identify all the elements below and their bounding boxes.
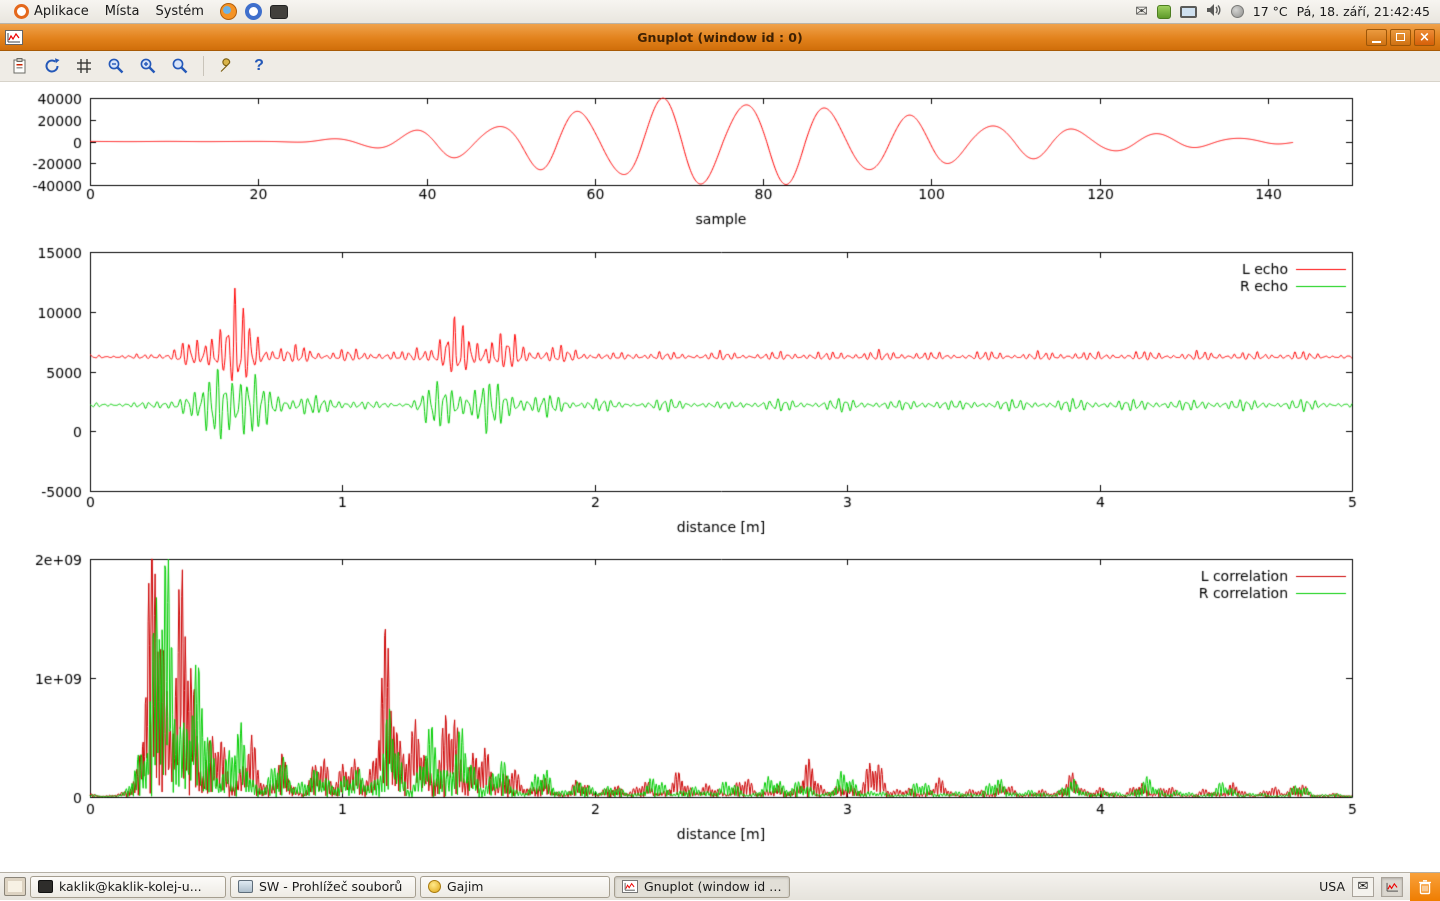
zoom-next-button[interactable] [136, 54, 160, 78]
firefox-icon[interactable] [220, 3, 237, 20]
trash-icon[interactable] [1410, 873, 1440, 901]
plot-canvas[interactable] [0, 82, 1440, 874]
terminal-icon [38, 880, 53, 893]
menu-system[interactable]: Systém [147, 0, 211, 23]
toolbar-separator [203, 56, 204, 76]
task-terminal[interactable]: kaklik@kaklik-kolej-u... [30, 876, 226, 898]
taskbar: kaklik@kaklik-kolej-u... SW - Prohlížeč … [0, 872, 1440, 900]
maximize-button[interactable] [1390, 29, 1411, 46]
task-label: Gajim [447, 879, 483, 894]
chart-tray-icon[interactable] [1381, 877, 1403, 897]
temperature-label[interactable]: 17 °C [1253, 4, 1288, 19]
help-button[interactable]: ? [247, 54, 271, 78]
mail-tray-icon[interactable]: ✉ [1352, 877, 1374, 897]
taskbar-tray: USA ✉ [1319, 873, 1440, 900]
file-manager-icon [238, 880, 253, 893]
volume-icon[interactable] [1206, 3, 1222, 20]
configure-button[interactable] [215, 54, 239, 78]
task-label: Gnuplot (window id : 0) [644, 879, 782, 894]
display-icon[interactable] [1180, 6, 1197, 18]
panel-launchers [220, 3, 288, 20]
task-label: SW - Prohlížeč souborů [259, 879, 402, 894]
minimize-button[interactable] [1366, 29, 1387, 46]
gajim-icon [428, 880, 441, 893]
show-desktop-icon[interactable] [4, 877, 26, 896]
gnuplot-window: Gnuplot (window id : 0) × ? [0, 24, 1440, 872]
mail-icon[interactable]: ✉ [1135, 4, 1148, 19]
task-gajim[interactable]: Gajim [420, 876, 610, 898]
task-label: kaklik@kaklik-kolej-u... [59, 879, 202, 894]
zoom-previous-button[interactable] [104, 54, 128, 78]
top-panel: Aplikace Místa Systém ✉ 17 °C Pá, 18. zá… [0, 0, 1440, 24]
minimize-icon [1372, 41, 1381, 43]
copy-clipboard-button[interactable] [8, 54, 32, 78]
titlebar[interactable]: Gnuplot (window id : 0) × [0, 24, 1440, 51]
window-controls: × [1366, 29, 1435, 46]
close-button[interactable]: × [1414, 29, 1435, 46]
grid-toggle-button[interactable] [72, 54, 96, 78]
plot-area [0, 82, 1440, 874]
menu-system-label: Systém [155, 4, 203, 19]
update-icon[interactable] [1157, 5, 1171, 19]
gnuplot-icon [622, 880, 638, 893]
keyboard-layout-indicator[interactable]: USA [1319, 879, 1345, 894]
gnuplot-window-icon [5, 30, 23, 45]
ubuntu-logo-icon [14, 4, 29, 19]
maximize-icon [1396, 33, 1405, 41]
replot-button[interactable] [40, 54, 64, 78]
autoscale-button[interactable] [168, 54, 192, 78]
toolbar: ? [0, 51, 1440, 82]
clock[interactable]: Pá, 18. září, 21:42:45 [1297, 4, 1430, 19]
task-gnuplot[interactable]: Gnuplot (window id : 0) [614, 876, 790, 898]
menu-places[interactable]: Místa [97, 0, 148, 23]
task-file-manager[interactable]: SW - Prohlížeč souborů [230, 876, 416, 898]
screenshot-tool-icon[interactable] [270, 5, 288, 19]
help-icon[interactable] [245, 3, 262, 20]
menu-applications[interactable]: Aplikace [6, 0, 97, 23]
close-icon: × [1419, 31, 1430, 44]
menu-places-label: Místa [105, 4, 140, 19]
menu-applications-label: Aplikace [34, 4, 89, 19]
window-title: Gnuplot (window id : 0) [0, 30, 1440, 45]
panel-tray: ✉ 17 °C Pá, 18. září, 21:42:45 [1135, 3, 1434, 20]
weather-icon [1231, 5, 1244, 18]
help-question-icon: ? [254, 57, 264, 75]
